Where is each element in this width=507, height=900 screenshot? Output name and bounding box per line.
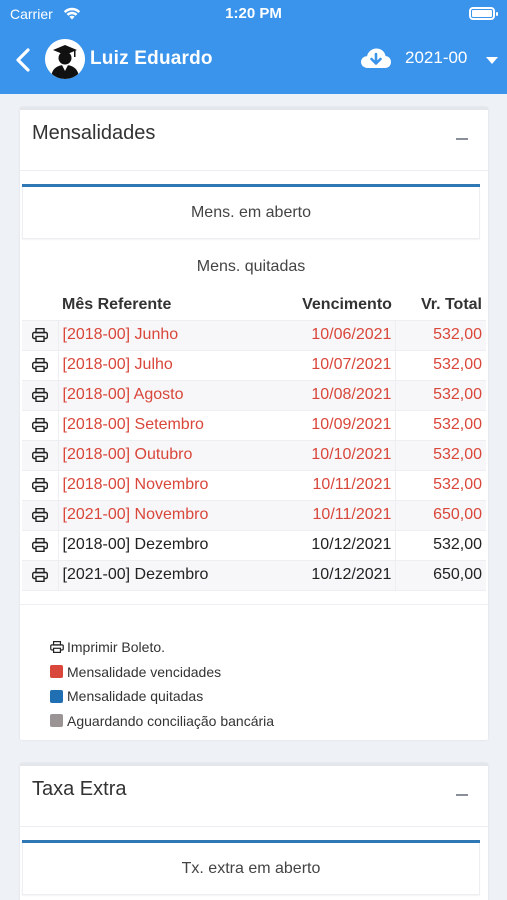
print-cell[interactable] (22, 469, 59, 500)
mes-referente-cell: [2018-00] Novembro (58, 469, 267, 500)
vencimento-cell: 10/12/2021 (266, 529, 397, 560)
vr-total-cell: 532,00 (395, 379, 486, 410)
vr-total-cell: 532,00 (395, 349, 486, 380)
mes-referente-cell: [2018-00] Outubro (58, 439, 267, 470)
header-mes-referente: Mês Referente (58, 290, 267, 320)
print-cell[interactable] (22, 499, 59, 530)
table-row[interactable]: [2021-00] Novembro 10/11/2021 650,00 (22, 499, 486, 530)
user-name: Luiz Eduardo (90, 48, 213, 69)
print-cell[interactable] (22, 319, 59, 350)
mensalidades-table: Mês Referente Vencimento Vr. Total [2018… (22, 290, 486, 591)
table-row[interactable]: [2018-00] Outubro 10/10/2021 532,00 (22, 439, 486, 470)
mes-referente-cell: [2018-00] Agosto (58, 379, 267, 410)
mensalidades-title: Mensalidades (32, 122, 156, 144)
graduate-avatar-icon[interactable] (45, 39, 85, 79)
battery-icon (469, 7, 498, 20)
table-row[interactable]: [2021-00] Dezembro 10/12/2021 650,00 (22, 559, 486, 591)
legend-item-print: Imprimir Boleto. (50, 635, 274, 660)
mensalidades-card: Mensalidades Mens. em aberto Mens. quita… (20, 107, 488, 740)
pending-swatch (50, 714, 63, 728)
vr-total-cell: 650,00 (395, 559, 486, 591)
table-row[interactable]: [2018-00] Dezembro 10/12/2021 532,00 (22, 529, 486, 560)
vr-total-cell: 532,00 (395, 439, 486, 470)
printer-icon[interactable] (31, 417, 48, 432)
legend: Imprimir Boleto. Mensalidade vencidades … (50, 635, 274, 733)
printer-icon[interactable] (31, 327, 48, 342)
printer-icon[interactable] (31, 507, 48, 522)
divider (20, 170, 488, 171)
print-cell[interactable] (22, 349, 59, 380)
legend-pending-label: Aguardando conciliação bancária (67, 712, 275, 729)
legend-item-overdue: Mensalidade vencidades (50, 660, 274, 685)
table-row[interactable]: [2018-00] Junho 10/06/2021 532,00 (22, 319, 486, 350)
vr-total-cell: 532,00 (395, 319, 486, 350)
clock: 1:20 PM (225, 5, 282, 22)
paid-swatch (50, 689, 63, 703)
header-vencimento: Vencimento (266, 290, 396, 320)
collapse-taxa-extra-button[interactable] (456, 794, 468, 796)
mes-referente-cell: [2018-00] Setembro (58, 409, 267, 440)
print-cell[interactable] (22, 409, 59, 440)
collapse-mensalidades-button[interactable] (456, 138, 468, 140)
mes-referente-cell: [2021-00] Novembro (58, 499, 267, 530)
legend-paid-label: Mensalidade quitadas (67, 688, 204, 705)
print-cell[interactable] (22, 529, 59, 560)
overdue-swatch (50, 665, 63, 679)
vencimento-cell: 10/07/2021 (266, 349, 397, 380)
table-row[interactable]: [2018-00] Novembro 10/11/2021 532,00 (22, 469, 486, 500)
vencimento-cell: 10/08/2021 (266, 379, 397, 410)
mes-referente-cell: [2018-00] Dezembro (58, 529, 267, 560)
vencimento-cell: 10/06/2021 (266, 319, 397, 350)
vencimento-cell: 10/11/2021 (266, 499, 397, 530)
mes-referente-cell: [2018-00] Junho (58, 319, 267, 350)
divider (20, 604, 488, 605)
legend-item-paid: Mensalidade quitadas (50, 684, 274, 709)
vr-total-cell: 532,00 (395, 409, 486, 440)
printer-icon[interactable] (31, 567, 48, 582)
vr-total-cell: 532,00 (395, 469, 486, 500)
taxa-extra-card: Taxa Extra Tx. extra em aberto (20, 763, 488, 900)
vr-total-cell: 532,00 (395, 529, 486, 560)
chevron-down-icon[interactable] (486, 57, 498, 64)
print-cell[interactable] (22, 379, 59, 410)
header-vr-total: Vr. Total (395, 290, 486, 320)
legend-overdue-label: Mensalidade vencidades (67, 663, 222, 680)
vencimento-cell: 10/10/2021 (266, 439, 397, 470)
printer-icon[interactable] (31, 537, 48, 552)
legend-print-label: Imprimir Boleto. (67, 639, 166, 656)
taxa-extra-title: Taxa Extra (32, 778, 127, 800)
header-print-column (22, 290, 58, 320)
app-header: Carrier 1:20 PM Luiz Eduardo 2021-00 (0, 0, 507, 94)
status-bar: Carrier 1:20 PM (0, 0, 507, 28)
table-header-row: Mês Referente Vencimento Vr. Total (22, 290, 486, 320)
mes-referente-cell: [2021-00] Dezembro (58, 559, 267, 591)
cloud-download-icon[interactable] (360, 46, 392, 72)
printer-icon[interactable] (31, 477, 48, 492)
printer-icon[interactable] (31, 357, 48, 372)
printer-icon[interactable] (31, 447, 48, 462)
vencimento-cell: 10/11/2021 (266, 469, 397, 500)
back-chevron-icon[interactable] (12, 46, 36, 74)
printer-icon[interactable] (31, 387, 48, 402)
mens-em-aberto-tab[interactable]: Mens. em aberto (22, 187, 480, 239)
vencimento-cell: 10/09/2021 (266, 409, 397, 440)
table-row[interactable]: [2018-00] Setembro 10/09/2021 532,00 (22, 409, 486, 440)
print-cell[interactable] (22, 559, 59, 591)
vr-total-cell: 650,00 (395, 499, 486, 530)
table-row[interactable]: [2018-00] Agosto 10/08/2021 532,00 (22, 379, 486, 410)
nav-bar: Luiz Eduardo 2021-00 (0, 38, 507, 82)
printer-icon (50, 641, 64, 654)
vencimento-cell: 10/12/2021 (266, 559, 397, 591)
mes-referente-cell: [2018-00] Julho (58, 349, 267, 380)
print-cell[interactable] (22, 439, 59, 470)
table-row[interactable]: [2018-00] Julho 10/07/2021 532,00 (22, 349, 486, 380)
tx-extra-em-aberto-tab[interactable]: Tx. extra em aberto (22, 843, 480, 895)
mens-quitadas-tab[interactable]: Mens. quitadas (22, 258, 480, 276)
legend-item-pending: Aguardando conciliação bancária (50, 709, 274, 734)
year-selector[interactable]: 2021-00 (405, 48, 467, 68)
divider (20, 826, 488, 827)
